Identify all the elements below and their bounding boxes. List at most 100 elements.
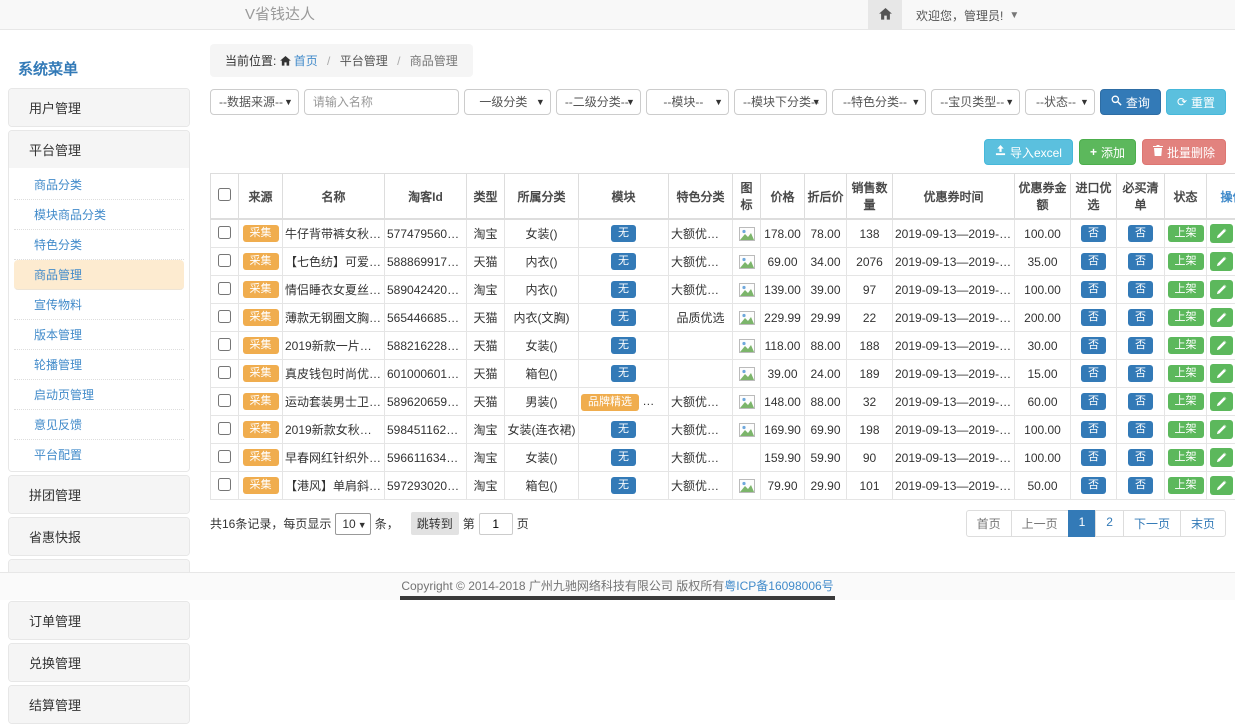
row-checkbox[interactable] [218, 366, 231, 379]
page-size-select[interactable]: 10▼ [335, 513, 370, 535]
page-number-input[interactable] [479, 513, 513, 535]
edit-button[interactable] [1210, 364, 1233, 383]
import-select-toggle[interactable]: 否 [1081, 253, 1106, 270]
sidebar-group-订单管理[interactable]: 订单管理 [9, 602, 189, 639]
import-select-toggle[interactable]: 否 [1081, 365, 1106, 382]
sidebar-group-拼团管理[interactable]: 拼团管理 [9, 476, 189, 513]
sidebar-item-意见反馈[interactable]: 意见反馈 [14, 410, 184, 440]
status-badge[interactable]: 上架 [1168, 253, 1204, 270]
import-select-toggle[interactable]: 否 [1081, 337, 1106, 354]
page-button-下一页[interactable]: 下一页 [1123, 510, 1181, 537]
must-buy-toggle[interactable]: 否 [1128, 309, 1153, 326]
status-badge[interactable]: 上架 [1168, 449, 1204, 466]
sidebar-item-宣传物料[interactable]: 宣传物料 [14, 290, 184, 320]
breadcrumb-home[interactable]: 首页 [280, 54, 321, 68]
edit-button[interactable] [1210, 476, 1233, 495]
row-checkbox[interactable] [218, 338, 231, 351]
filter-select-source[interactable]: --数据来源--▼ [210, 89, 299, 115]
status-badge[interactable]: 上架 [1168, 337, 1204, 354]
user-menu[interactable]: 欢迎您，管理员! ▼ [902, 0, 1033, 30]
batch-delete-button[interactable]: 批量删除 [1142, 139, 1226, 165]
import-select-toggle[interactable]: 否 [1081, 477, 1106, 494]
status-badge[interactable]: 上架 [1168, 225, 1204, 242]
import-select-toggle[interactable]: 否 [1081, 225, 1106, 242]
status-badge[interactable]: 上架 [1168, 365, 1204, 382]
sidebar-group-兑换管理[interactable]: 兑换管理 [9, 644, 189, 681]
status-badge[interactable]: 上架 [1168, 281, 1204, 298]
row-checkbox[interactable] [218, 226, 231, 239]
select-all-checkbox[interactable] [218, 188, 231, 201]
coupon-amount-cell: 200.00 [1015, 304, 1071, 332]
home-nav-button[interactable] [868, 0, 902, 30]
import-select-toggle[interactable]: 否 [1081, 421, 1106, 438]
sidebar-group-用户管理[interactable]: 用户管理 [9, 89, 189, 126]
row-checkbox[interactable] [218, 394, 231, 407]
row-checkbox[interactable] [218, 254, 231, 267]
filter-select-status[interactable]: --状态--▼ [1025, 89, 1095, 115]
edit-button[interactable] [1210, 224, 1233, 243]
must-buy-toggle[interactable]: 否 [1128, 421, 1153, 438]
must-buy-toggle[interactable]: 否 [1128, 365, 1153, 382]
sidebar-item-启动页管理[interactable]: 启动页管理 [14, 380, 184, 410]
breadcrumb-platform[interactable]: 平台管理 [340, 54, 388, 68]
status-badge[interactable]: 上架 [1168, 477, 1204, 494]
must-buy-toggle[interactable]: 否 [1128, 337, 1153, 354]
sidebar-item-特色分类[interactable]: 特色分类 [14, 230, 184, 260]
sidebar-group-平台管理[interactable]: 平台管理 [9, 131, 189, 168]
filter-select-item-type[interactable]: --宝贝类型--▼ [931, 89, 1020, 115]
reset-button[interactable]: ⟳重置 [1166, 89, 1226, 115]
status-badge[interactable]: 上架 [1168, 393, 1204, 410]
status-badge[interactable]: 上架 [1168, 421, 1204, 438]
edit-button[interactable] [1210, 308, 1233, 327]
edit-button[interactable] [1210, 448, 1233, 467]
must-buy-toggle[interactable]: 否 [1128, 449, 1153, 466]
must-buy-toggle[interactable]: 否 [1128, 225, 1153, 242]
sidebar-item-模块商品分类[interactable]: 模块商品分类 [14, 200, 184, 230]
import-select-toggle[interactable]: 否 [1081, 309, 1106, 326]
coupon-amount-cell: 100.00 [1015, 416, 1071, 444]
sidebar-item-商品管理[interactable]: 商品管理 [14, 260, 184, 290]
sidebar-item-商品分类[interactable]: 商品分类 [14, 170, 184, 200]
source-cell: 采集 [239, 304, 283, 332]
edit-button[interactable] [1210, 392, 1233, 411]
page-button-1[interactable]: 1 [1068, 510, 1097, 537]
sidebar-item-平台配置[interactable]: 平台配置 [14, 440, 184, 469]
sidebar-group-省惠快报[interactable]: 省惠快报 [9, 518, 189, 555]
row-checkbox[interactable] [218, 422, 231, 435]
module-cell: 无 [579, 444, 669, 472]
status-badge[interactable]: 上架 [1168, 309, 1204, 326]
row-checkbox[interactable] [218, 450, 231, 463]
edit-button[interactable] [1210, 420, 1233, 439]
sidebar-group-结算管理[interactable]: 结算管理 [9, 686, 189, 723]
must-buy-toggle[interactable]: 否 [1128, 393, 1153, 410]
page-button-首页[interactable]: 首页 [966, 510, 1012, 537]
name-search-input[interactable] [304, 89, 459, 115]
row-checkbox[interactable] [218, 310, 231, 323]
import-select-toggle[interactable]: 否 [1081, 449, 1106, 466]
edit-button[interactable] [1210, 252, 1233, 271]
page-button-上一页[interactable]: 上一页 [1011, 510, 1069, 537]
filter-select-category1[interactable]: 一级分类▼ [464, 89, 551, 115]
filter-select-module[interactable]: --模块--▼ [646, 89, 729, 115]
row-checkbox[interactable] [218, 478, 231, 491]
filter-select-category2[interactable]: --二级分类--▼ [556, 89, 641, 115]
import-select-toggle[interactable]: 否 [1081, 393, 1106, 410]
add-button[interactable]: +添加 [1079, 139, 1136, 165]
filter-select-feature[interactable]: --特色分类--▼ [832, 89, 927, 115]
must-buy-toggle[interactable]: 否 [1128, 281, 1153, 298]
page-button-2[interactable]: 2 [1095, 510, 1124, 537]
must-buy-toggle[interactable]: 否 [1128, 477, 1153, 494]
sidebar-item-轮播管理[interactable]: 轮播管理 [14, 350, 184, 380]
import-select-toggle[interactable]: 否 [1081, 281, 1106, 298]
edit-button[interactable] [1210, 280, 1233, 299]
filter-select-module-sub[interactable]: --模块下分类--▼ [734, 89, 827, 115]
search-button[interactable]: 查询 [1100, 89, 1161, 115]
import-excel-button[interactable]: 导入excel [984, 139, 1073, 165]
must-buy-toggle[interactable]: 否 [1128, 253, 1153, 270]
sidebar-item-版本管理[interactable]: 版本管理 [14, 320, 184, 350]
page-button-末页[interactable]: 末页 [1180, 510, 1226, 537]
icp-link[interactable]: 粤ICP备16098006号 [724, 579, 833, 593]
edit-button[interactable] [1210, 336, 1233, 355]
jump-to-button[interactable]: 跳转到 [411, 512, 459, 535]
row-checkbox[interactable] [218, 282, 231, 295]
